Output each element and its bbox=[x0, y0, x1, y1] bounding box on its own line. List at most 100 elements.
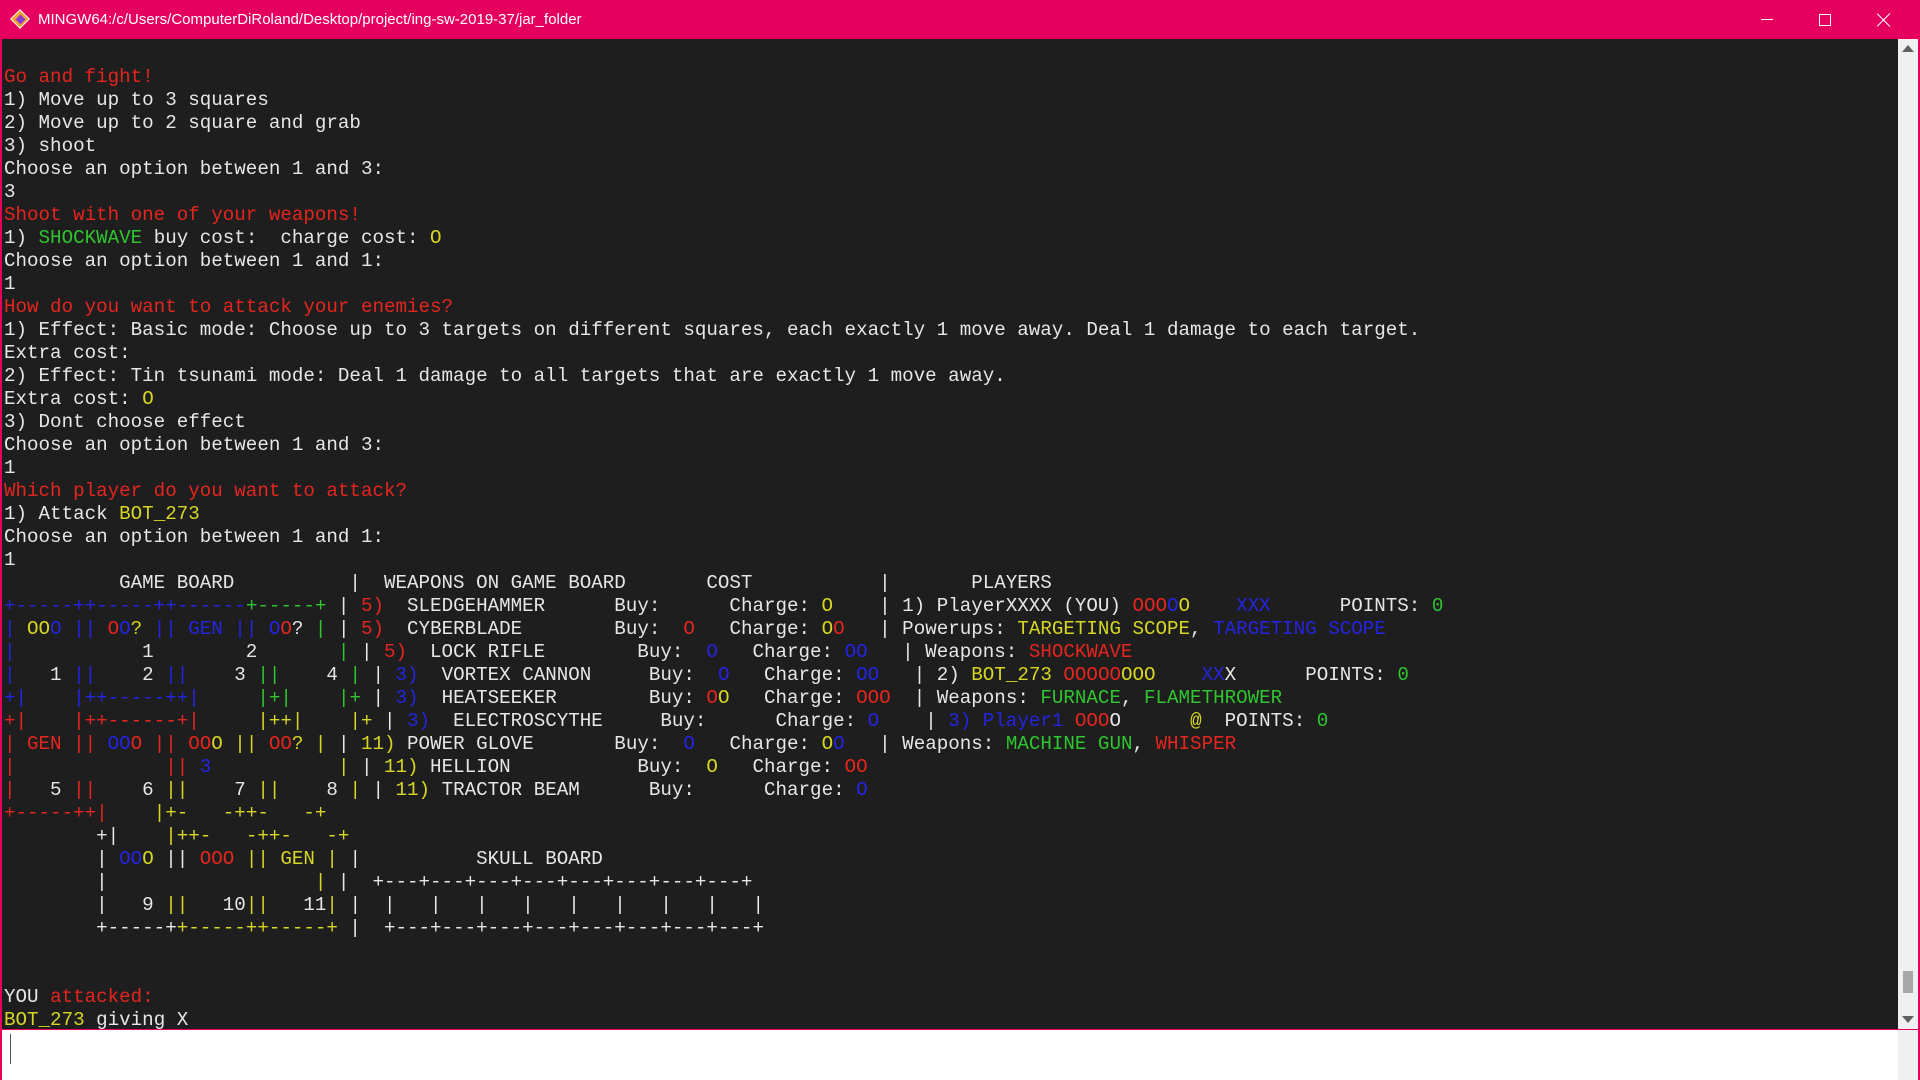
terminal-text-segment: 3) Dont choose effect bbox=[4, 411, 246, 433]
terminal-text-segment: OOO bbox=[1120, 664, 1156, 686]
terminal-text-segment: |++- -++- -+ bbox=[165, 825, 350, 847]
terminal-text-segment: | Weapons: bbox=[867, 641, 1029, 663]
terminal-line: 1) SHOCKWAVE buy cost: charge cost: O bbox=[4, 227, 1443, 250]
terminal-text-segment: | +---+---+---+---+---+---+---+---+ bbox=[326, 871, 753, 893]
maximize-icon bbox=[1819, 13, 1831, 26]
terminal-line: 1) Effect: Basic mode: Choose up to 3 ta… bbox=[4, 319, 1443, 342]
terminal-text-segment: OO bbox=[856, 664, 880, 686]
terminal-text-segment: 5) bbox=[383, 641, 408, 663]
terminal-line: +-----++| |+- -++- -+ bbox=[4, 802, 1443, 825]
terminal-text-segment: Charge: bbox=[694, 733, 822, 755]
terminal-text-segment: O bbox=[706, 687, 718, 709]
terminal-text-segment: | bbox=[337, 641, 350, 663]
terminal-text-segment: OOO bbox=[199, 848, 235, 870]
terminal-text-segment: 1) bbox=[4, 227, 39, 249]
terminal-input-area[interactable] bbox=[2, 1029, 1918, 1080]
terminal-text-segment: Charge: bbox=[717, 641, 845, 663]
terminal-line: GAME BOARD | WEAPONS ON GAME BOARD COST … bbox=[4, 572, 1443, 595]
title-bar[interactable]: MINGW64:/c/Users/ComputerDiRoland/Deskto… bbox=[0, 0, 1920, 39]
terminal-text-segment: 1) Effect: Basic mode: Choose up to 3 ta… bbox=[4, 319, 1421, 341]
terminal-text-segment: | bbox=[303, 618, 327, 640]
terminal-text-segment: | bbox=[360, 779, 396, 801]
terminal-text-segment: 11 bbox=[268, 894, 327, 916]
terminal-scrollbar[interactable] bbox=[1898, 39, 1918, 1029]
terminal-text-segment: 5 bbox=[15, 779, 74, 801]
terminal-text-segment: 6 bbox=[96, 779, 166, 801]
terminal-line: Choose an option between 1 and 3: bbox=[4, 158, 1443, 181]
terminal-text-segment: Go and fight! bbox=[4, 66, 154, 88]
terminal-line: +-----++-----++-----+ | +---+---+---+---… bbox=[4, 917, 1443, 940]
terminal-text-segment: O bbox=[821, 595, 834, 617]
terminal-text-segment: | 2) bbox=[879, 664, 972, 686]
terminal-text-segment: || bbox=[234, 848, 281, 870]
terminal-text-segment: YOU bbox=[4, 986, 51, 1008]
terminal-text-segment: |+ bbox=[349, 710, 373, 732]
terminal-text-segment: OO bbox=[844, 641, 868, 663]
terminal-line: 3 bbox=[4, 181, 1443, 204]
terminal-text-segment: BOT_273 bbox=[4, 1009, 85, 1029]
terminal-line: | OOO || OOO || GEN | | SKULL BOARD bbox=[4, 848, 1443, 871]
terminal-text-segment: || bbox=[257, 664, 281, 686]
terminal-text-segment: O bbox=[867, 710, 880, 732]
terminal-text-segment: 1) Move up to 3 squares bbox=[4, 89, 269, 111]
terminal-text-segment: 3) bbox=[395, 687, 419, 709]
scroll-up-icon[interactable] bbox=[1902, 45, 1914, 52]
terminal-text-segment: Choose an option between 1 and 3: bbox=[4, 434, 384, 456]
terminal-text-segment: GEN bbox=[27, 733, 62, 755]
terminal-text-segment: || bbox=[222, 733, 269, 755]
terminal-text-segment: 2) Move up to 2 square and grab bbox=[4, 112, 361, 134]
terminal-text-segment: SHOCKWAVE bbox=[1028, 641, 1133, 663]
terminal-output[interactable]: Go and fight! 1) Move up to 3 squares 2) M… bbox=[2, 39, 1898, 1029]
scrollbar-thumb[interactable] bbox=[1903, 971, 1913, 993]
terminal-text-segment: | bbox=[4, 871, 315, 893]
terminal-text-segment: 1 bbox=[4, 549, 16, 571]
terminal-text-segment: |+ bbox=[337, 687, 361, 709]
close-icon bbox=[1877, 13, 1891, 27]
terminal-text-segment: OOO bbox=[1074, 710, 1110, 732]
terminal-text-segment: OO bbox=[119, 848, 143, 870]
terminal-text-segment: +-----++| bbox=[4, 802, 108, 824]
terminal-text-segment: 2 bbox=[96, 664, 166, 686]
terminal-text-segment: 5) bbox=[360, 618, 385, 640]
terminal-text: Go and fight! 1) Move up to 3 squares 2) M… bbox=[4, 66, 1443, 1029]
terminal-text-segment: 8 bbox=[280, 779, 350, 801]
terminal-text-segment: O bbox=[211, 733, 223, 755]
terminal-text-segment: | bbox=[303, 733, 327, 755]
terminal-text-segment: POINTS: bbox=[1270, 595, 1432, 617]
terminal-line: Extra cost: bbox=[4, 342, 1443, 365]
terminal-text-segment: | Powerups: bbox=[844, 618, 1018, 640]
minimize-button[interactable] bbox=[1738, 0, 1796, 39]
maximize-button[interactable] bbox=[1796, 0, 1854, 39]
terminal-text-segment: GAME BOARD | WEAPONS ON GAME BOARD COST … bbox=[4, 572, 1052, 594]
close-button[interactable] bbox=[1855, 0, 1913, 39]
terminal-text-segment: 1 bbox=[4, 273, 16, 295]
terminal-line: 3) shoot bbox=[4, 135, 1443, 158]
terminal-text-segment: 1 bbox=[15, 664, 74, 686]
terminal-line: 1) Move up to 3 squares bbox=[4, 89, 1443, 112]
terminal-text-segment: +-----++-----+ bbox=[176, 917, 338, 939]
terminal-text-segment: 3 bbox=[188, 664, 258, 686]
terminal-line: +| |++- -++- -+ bbox=[4, 825, 1443, 848]
terminal-text-segment: | bbox=[4, 756, 16, 778]
scroll-down-icon[interactable] bbox=[1902, 1016, 1914, 1023]
terminal-text-segment: FURNACE bbox=[1040, 687, 1121, 709]
terminal-text-segment: 3 bbox=[4, 181, 16, 203]
terminal-text-segment: || bbox=[165, 894, 189, 916]
terminal-text-segment: Choose an option between 1 and 1: bbox=[4, 250, 384, 272]
terminal-line: 2) Move up to 2 square and grab bbox=[4, 112, 1443, 135]
terminal-text-segment: 5) bbox=[360, 595, 384, 617]
terminal-text-segment: | 9 bbox=[4, 894, 166, 916]
terminal-text-segment: +| bbox=[4, 710, 28, 732]
terminal-line: | OOO || OO? || GEN || OO? | | 5) CYBERB… bbox=[4, 618, 1443, 641]
terminal-line: | || 3 | | 11) HELLION Buy: O Charge: OO bbox=[4, 756, 1443, 779]
terminal-text-segment: How do you want to attack your enemies? bbox=[4, 296, 454, 318]
input-scrollbar[interactable] bbox=[1898, 1030, 1918, 1080]
terminal-text-segment: 3) shoot bbox=[4, 135, 97, 157]
terminal-text-segment: | Weapons: bbox=[890, 687, 1041, 709]
